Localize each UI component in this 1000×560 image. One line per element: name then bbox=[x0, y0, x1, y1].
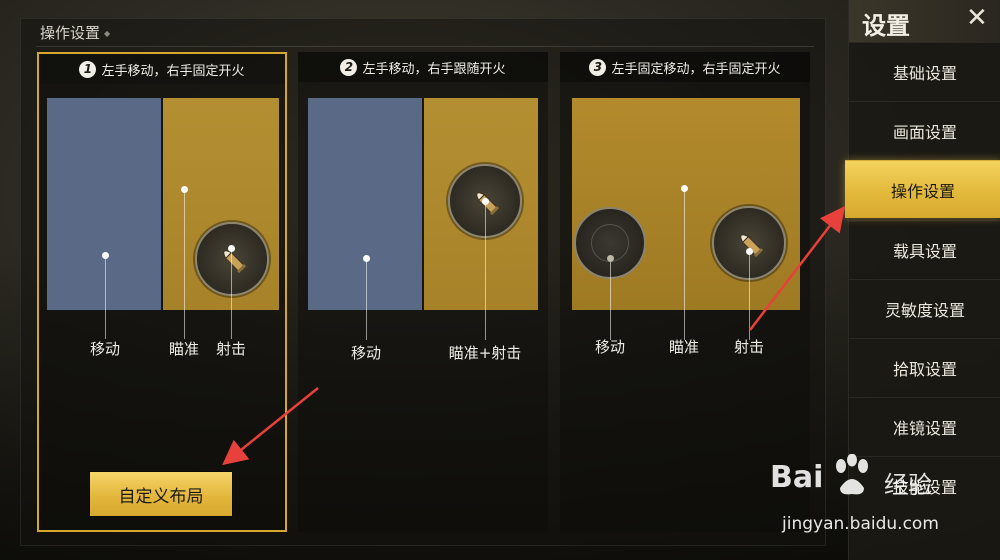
label-move: 移动 bbox=[350, 344, 382, 362]
watermark-brand: Bai bbox=[770, 460, 824, 495]
custom-layout-button[interactable]: 自定义布局 bbox=[90, 472, 232, 516]
fire-touch-dot bbox=[228, 245, 235, 252]
option-1-number: 1 bbox=[79, 60, 97, 78]
fire-button-icon bbox=[195, 222, 269, 296]
section-title-text: 操作设置 bbox=[40, 24, 101, 42]
option-1-title: 左手移动，右手固定开火 bbox=[101, 63, 245, 79]
menu-item-basic[interactable]: 基础设置 bbox=[849, 42, 1000, 100]
label-fire: 射击 bbox=[215, 340, 247, 358]
section-title-dot: ◆ bbox=[104, 29, 111, 38]
label-aim: 瞄准 bbox=[668, 338, 700, 356]
close-icon[interactable]: ✕ bbox=[966, 5, 988, 31]
move-leader-line bbox=[366, 258, 367, 340]
paw-logo-icon bbox=[836, 454, 868, 495]
control-option-1[interactable]: 1 左手移动，右手固定开火 移动 瞄准 射击 bbox=[37, 52, 287, 532]
option-3-header: 3 左手固定移动，右手固定开火 bbox=[560, 52, 810, 82]
fire-touch-dot bbox=[746, 248, 753, 255]
move-leader-line bbox=[105, 255, 106, 339]
option-3-number: 3 bbox=[589, 58, 607, 76]
option-2-title: 左手移动，右手跟随开火 bbox=[362, 61, 506, 77]
fire-leader-line bbox=[231, 248, 232, 339]
menu-item-controls[interactable]: 操作设置 bbox=[845, 160, 1000, 218]
menu-item-pickup[interactable]: 拾取设置 bbox=[849, 338, 1000, 396]
menu-title: 设置 bbox=[862, 12, 910, 40]
aim-leader-line bbox=[184, 189, 185, 339]
option-2-number: 2 bbox=[340, 58, 358, 76]
label-aim: 瞄准 bbox=[168, 340, 200, 358]
aim-fire-touch-dot bbox=[482, 198, 489, 205]
menu-item-scope[interactable]: 准镜设置 bbox=[849, 397, 1000, 455]
baidu-watermark: Bai 经验 jingyan.baidu.com bbox=[762, 452, 992, 542]
move-touch-dot bbox=[607, 255, 614, 262]
menu-item-graphics[interactable]: 画面设置 bbox=[849, 101, 1000, 159]
move-leader-line bbox=[610, 258, 611, 340]
menu-item-vehicle[interactable]: 载具设置 bbox=[849, 220, 1000, 278]
option-2-header: 2 左手移动，右手跟随开火 bbox=[298, 52, 548, 82]
move-zone bbox=[308, 98, 422, 310]
watermark-url: jingyan.baidu.com bbox=[782, 514, 939, 534]
watermark-suffix: 经验 bbox=[884, 471, 932, 499]
option-1-header: 1 左手移动，右手固定开火 bbox=[39, 54, 285, 84]
section-title: 操作设置 ◆ bbox=[40, 22, 110, 43]
control-option-2[interactable]: 2 左手移动，右手跟随开火 移动 瞄准+射击 bbox=[298, 52, 548, 532]
move-touch-dot bbox=[102, 252, 109, 259]
label-fire: 射击 bbox=[733, 338, 765, 356]
aim-leader-line bbox=[684, 188, 685, 340]
label-move: 移动 bbox=[594, 338, 626, 356]
fire-leader-line bbox=[749, 251, 750, 340]
move-zone bbox=[47, 98, 161, 310]
title-divider bbox=[36, 46, 814, 47]
aim-fire-leader-line bbox=[485, 201, 486, 340]
aim-touch-dot bbox=[181, 186, 188, 193]
move-touch-dot bbox=[363, 255, 370, 262]
label-move: 移动 bbox=[89, 340, 121, 358]
menu-header: 设置 ✕ bbox=[849, 0, 1000, 42]
menu-item-sensitivity[interactable]: 灵敏度设置 bbox=[849, 279, 1000, 337]
option-3-title: 左手固定移动，右手固定开火 bbox=[611, 61, 781, 77]
label-aim-fire: 瞄准+射击 bbox=[448, 344, 522, 362]
aim-touch-dot bbox=[681, 185, 688, 192]
